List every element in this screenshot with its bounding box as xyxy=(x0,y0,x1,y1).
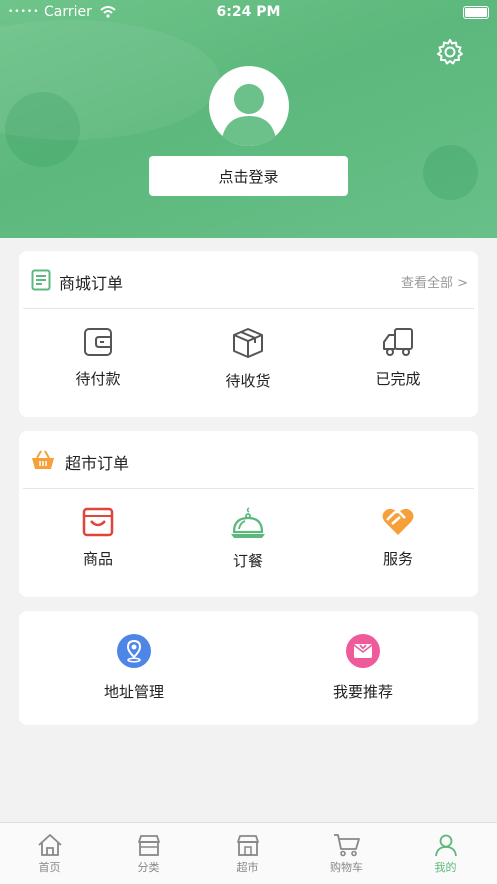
tab-cart-label: 购物车 xyxy=(330,861,363,874)
profile-icon xyxy=(434,834,457,857)
tab-category-label: 分类 xyxy=(137,861,160,874)
tab-category[interactable]: 分类 xyxy=(99,823,198,884)
divider xyxy=(23,488,474,489)
order-status-pending-receipt[interactable]: 待收货 xyxy=(173,326,323,391)
mall-orders-card: 商城订单 查看全部 > 待付款 待收货 已完成 xyxy=(19,251,478,417)
recommend-icon xyxy=(346,634,380,668)
login-button[interactable]: 点击登录 xyxy=(149,156,348,196)
supermarket-goods[interactable]: 商品 xyxy=(23,506,173,569)
recommend[interactable]: 我要推荐 xyxy=(288,633,438,702)
view-all-orders-link[interactable]: 查看全部 > xyxy=(401,272,468,291)
decorative-circle xyxy=(423,145,478,200)
mall-orders-title: 商城订单 xyxy=(59,274,124,293)
battery-icon xyxy=(463,6,489,19)
shopping-bag-icon xyxy=(82,507,114,537)
completed-label: 已完成 xyxy=(375,370,421,388)
tab-supermarket[interactable]: 超市 xyxy=(198,823,297,884)
mall-orders-header: 商城订单 查看全部 > xyxy=(19,251,478,309)
tab-home-label: 首页 xyxy=(38,861,61,874)
package-icon xyxy=(233,328,263,358)
service-heart-icon xyxy=(382,508,414,535)
supermarket-orders-card: 超市订单 商品 订餐 服务 xyxy=(19,431,478,597)
status-time: 6:24 PM xyxy=(216,4,281,20)
decorative-wave xyxy=(0,20,220,140)
supermarket-food-order[interactable]: 订餐 xyxy=(173,506,323,571)
basket-icon xyxy=(32,450,54,469)
tab-cart[interactable]: 购物车 xyxy=(297,823,396,884)
tab-profile[interactable]: 我的 xyxy=(396,823,495,884)
status-bar: ••••• Carrier 6:24 PM xyxy=(0,0,497,24)
supermarket-orders-header: 超市订单 xyxy=(19,431,478,489)
bottom-tab-bar: 首页 分类 超市 购物车 我的 xyxy=(0,822,497,884)
address-management[interactable]: 地址管理 xyxy=(59,633,209,702)
food-cloche-icon xyxy=(231,507,265,538)
user-avatar-icon xyxy=(221,84,277,146)
recommend-label: 我要推荐 xyxy=(332,683,393,701)
store-icon xyxy=(236,835,259,856)
home-icon xyxy=(37,834,62,856)
service-label: 服务 xyxy=(382,550,413,568)
settings-gear-icon[interactable] xyxy=(435,37,465,67)
address-management-label: 地址管理 xyxy=(103,683,164,701)
tab-supermarket-label: 超市 xyxy=(236,861,259,874)
supermarket-service[interactable]: 服务 xyxy=(323,506,473,569)
order-list-icon xyxy=(31,269,51,291)
goods-label: 商品 xyxy=(82,550,113,568)
order-status-pending-payment[interactable]: 待付款 xyxy=(23,326,173,389)
pending-receipt-label: 待收货 xyxy=(225,372,271,390)
divider xyxy=(23,308,474,309)
pending-payment-label: 待付款 xyxy=(75,370,121,388)
profile-header: ••••• Carrier 6:24 PM 点击登录 xyxy=(0,0,497,238)
supermarket-orders-title: 超市订单 xyxy=(65,454,130,473)
cart-icon xyxy=(333,834,360,857)
avatar[interactable] xyxy=(209,66,289,146)
food-order-label: 订餐 xyxy=(232,552,263,570)
location-pin-icon xyxy=(117,634,151,668)
truck-icon xyxy=(383,328,413,356)
services-card: 地址管理 我要推荐 xyxy=(19,611,478,725)
category-icon xyxy=(137,835,160,856)
tab-profile-label: 我的 xyxy=(434,861,457,874)
tab-home[interactable]: 首页 xyxy=(0,823,99,884)
wallet-icon xyxy=(84,328,112,356)
order-status-completed[interactable]: 已完成 xyxy=(323,326,473,389)
